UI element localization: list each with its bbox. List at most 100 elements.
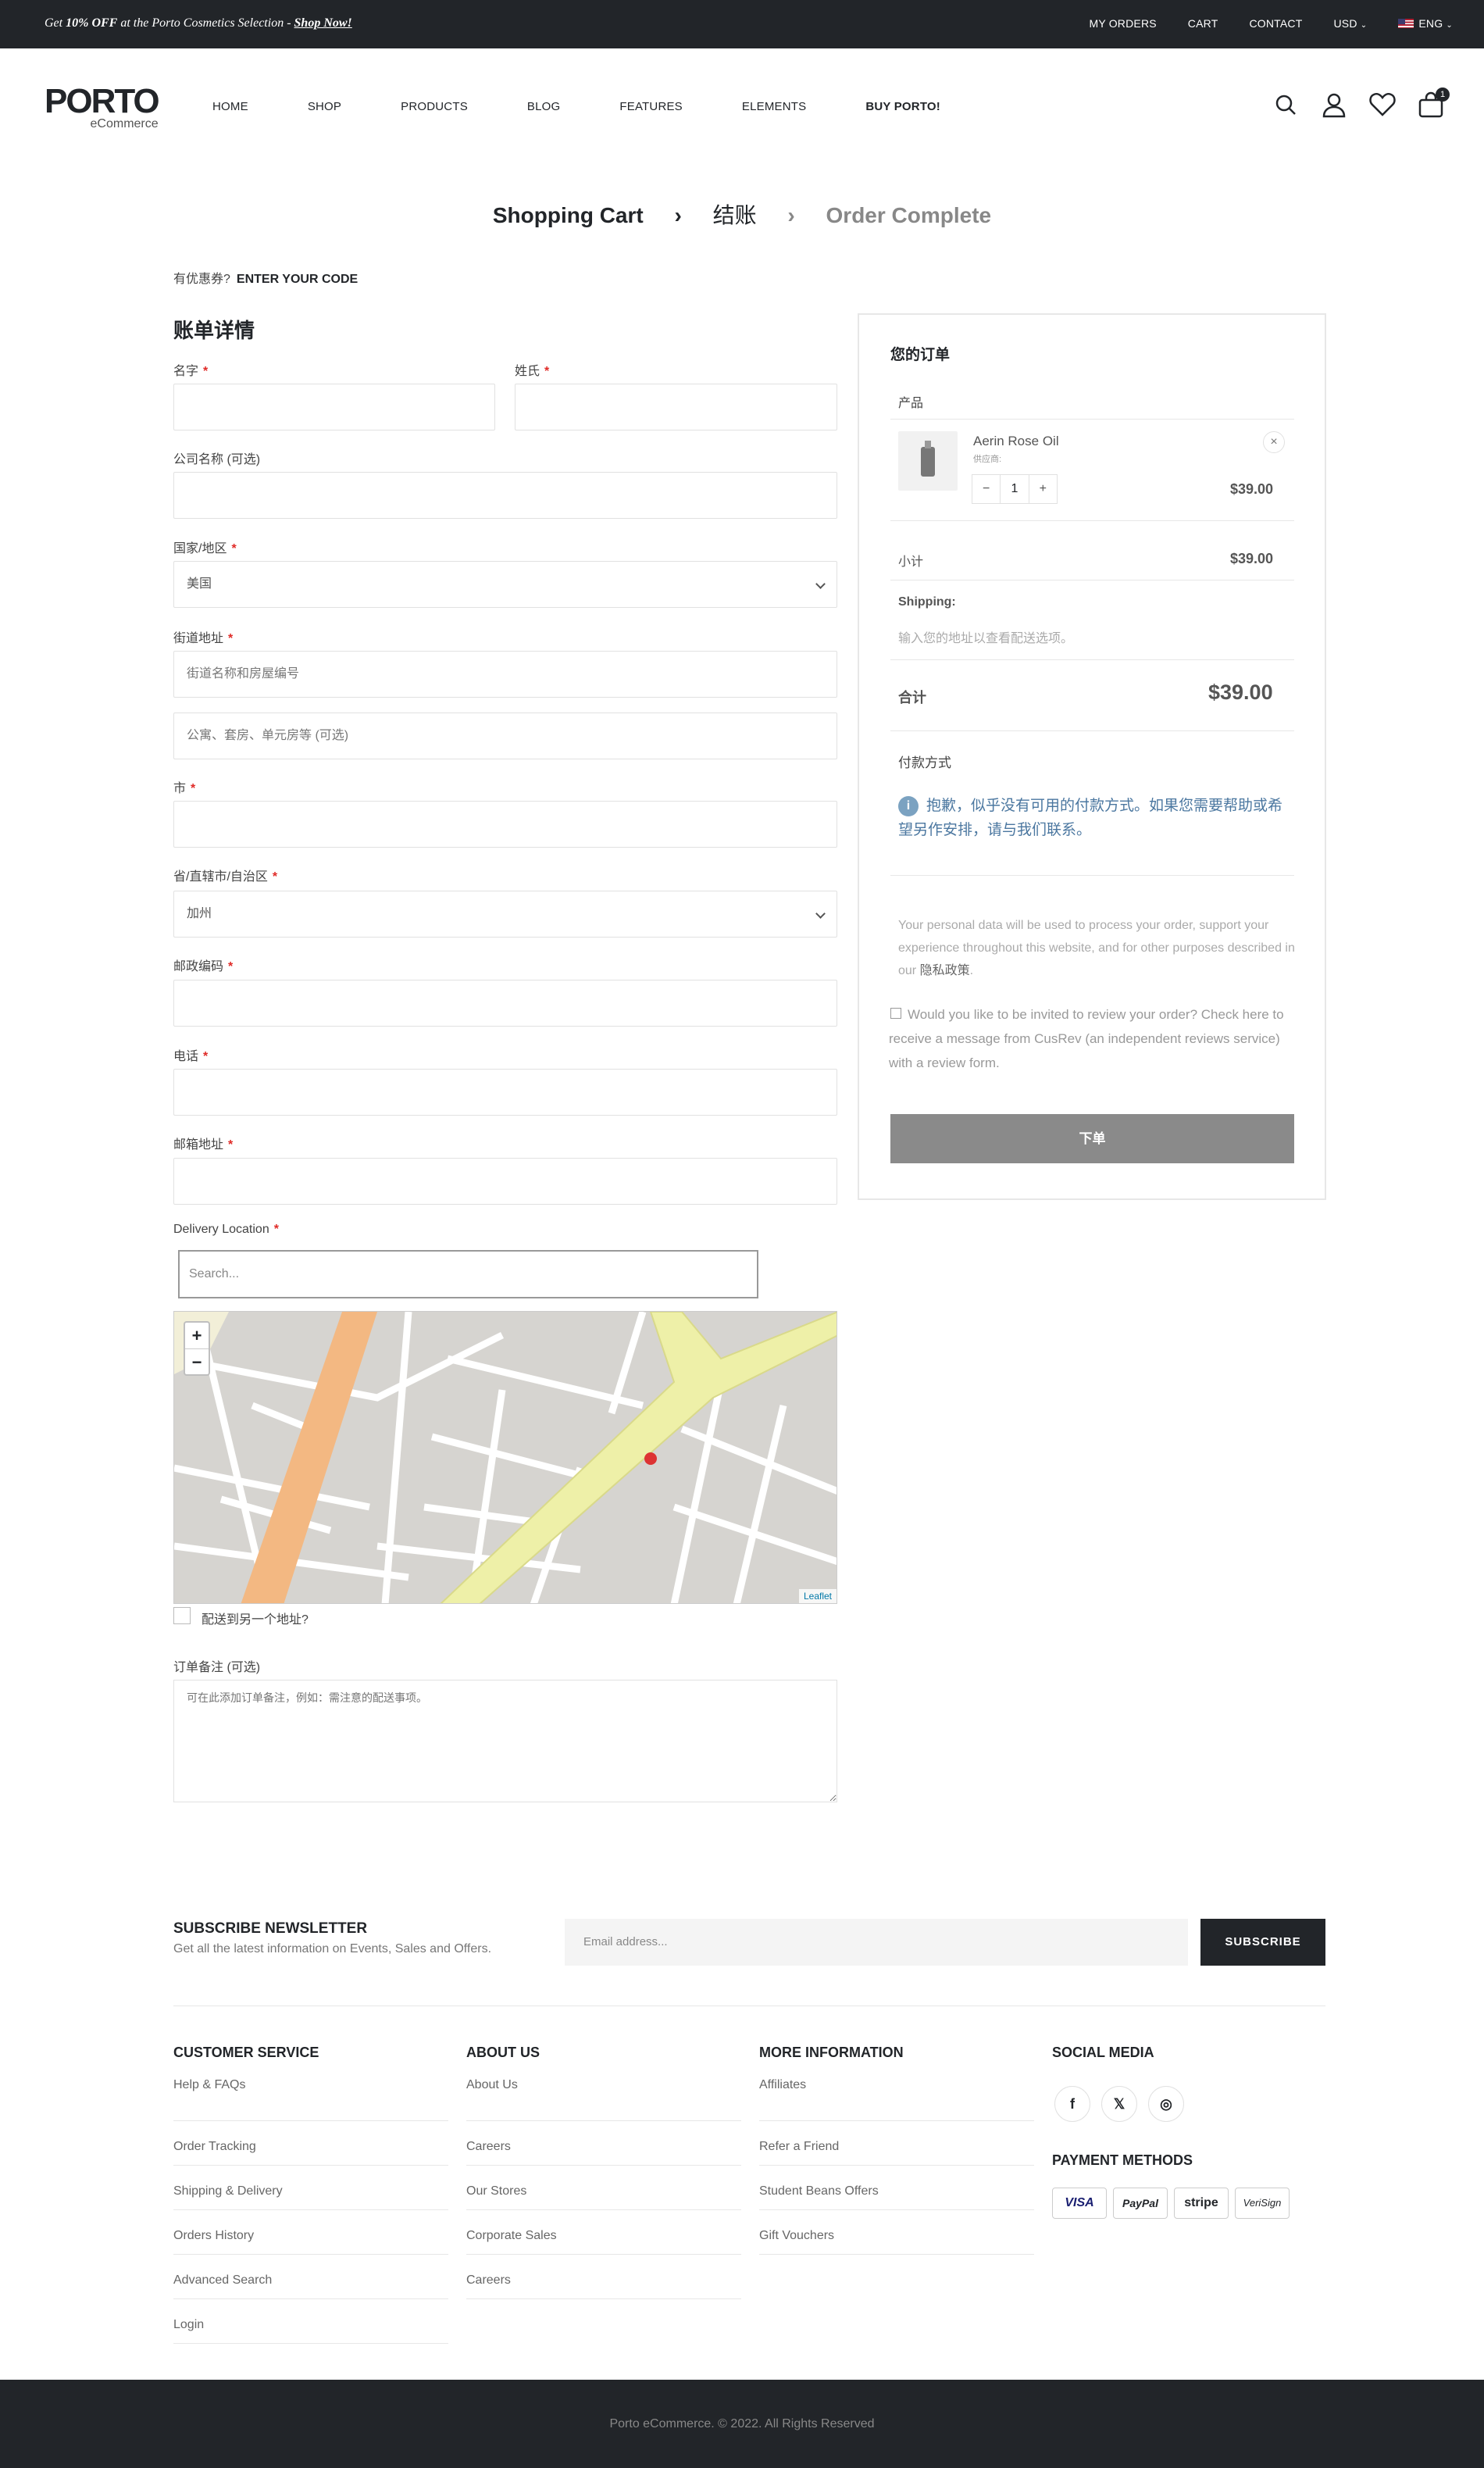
footer-link[interactable]: Advanced Search (173, 2255, 448, 2299)
delivery-label-text: Delivery Location (173, 1223, 269, 1236)
map-search-input[interactable]: Search... (178, 1250, 758, 1298)
email-field[interactable] (173, 1158, 837, 1205)
payment-methods-label: 付款方式 (898, 755, 951, 770)
nav-features[interactable]: FEATURES (619, 100, 683, 113)
state-select[interactable]: 加州 (173, 891, 837, 938)
checkout-steps: Shopping Cart › 结账 › Order Complete (0, 198, 1484, 230)
enter-coupon-link[interactable]: ENTER YOUR CODE (237, 273, 358, 286)
billing-title: 账单详情 (173, 319, 255, 342)
heart-icon[interactable] (1368, 91, 1397, 119)
footer-link[interactable]: Order Tracking (173, 2121, 448, 2166)
footer-link[interactable]: Affiliates (759, 2077, 1034, 2121)
qty-plus-button[interactable]: + (1029, 475, 1057, 503)
info-icon: i (898, 796, 919, 816)
first-name-label: 名字 * (173, 360, 208, 379)
newsletter-email-input[interactable]: Email address... (565, 1919, 1188, 1966)
nav-blog[interactable]: BLOG (527, 100, 560, 113)
promo-shop-now-link[interactable]: Shop Now! (294, 16, 352, 30)
currency-switcher[interactable]: USD ⌄ (1334, 17, 1368, 30)
quantity-stepper[interactable]: − 1 + (972, 474, 1058, 504)
nav-shop[interactable]: SHOP (308, 100, 341, 113)
zip-label-text: 邮政编码 (173, 960, 224, 973)
footer-link[interactable]: Gift Vouchers (759, 2210, 1034, 2255)
city-field[interactable] (173, 801, 837, 848)
apartment-field[interactable]: 公寓、套房、单元房等 (可选) (173, 713, 837, 759)
user-icon[interactable] (1320, 91, 1348, 119)
company-field[interactable] (173, 472, 837, 519)
product-price: $39.00 (1230, 481, 1274, 497)
shipping-note: 输入您的地址以查看配送选项。 (898, 632, 1074, 645)
language-switcher[interactable]: ENG ⌄ (1398, 17, 1453, 30)
footer-divider (173, 2005, 1325, 2006)
search-icon[interactable] (1272, 91, 1300, 119)
qty-minus-button[interactable]: − (972, 475, 1000, 503)
site-logo[interactable]: PORTO eCommerce (45, 84, 160, 131)
footer-link[interactable]: Refer a Friend (759, 2121, 1034, 2166)
required-mark: * (228, 632, 234, 645)
step-shopping-cart[interactable]: Shopping Cart (493, 203, 644, 228)
footer-link[interactable]: Our Stores (466, 2166, 741, 2210)
required-mark: * (228, 1138, 234, 1152)
payment-methods-heading: PAYMENT METHODS (1052, 2152, 1193, 2168)
phone-field[interactable] (173, 1069, 837, 1116)
ship-different-address-label[interactable]: 配送到另一个地址? (202, 1609, 309, 1627)
product-header: 产品 (898, 397, 924, 410)
zip-field[interactable] (173, 980, 837, 1027)
footer-heading: CUSTOMER SERVICE (173, 2045, 319, 2060)
review-invite-text[interactable]: Would you like to be invited to review y… (889, 1002, 1295, 1075)
product-thumbnail[interactable] (898, 431, 958, 491)
footer-link[interactable]: Help & FAQs (173, 2077, 448, 2121)
main-nav: HOME SHOP PRODUCTS BLOG FEATURES ELEMENT… (212, 100, 1000, 113)
top-links: MY ORDERS CART CONTACT USD ⌄ ENG ⌄ (1058, 17, 1453, 30)
privacy-policy-link[interactable]: 隐私政策 (920, 964, 970, 977)
footer-link[interactable]: Careers (466, 2121, 741, 2166)
nav-buy-porto[interactable]: BUY PORTO! (865, 100, 940, 113)
footer-link[interactable]: Login (173, 2299, 448, 2344)
payment-logos: VISA PayPal stripe VeriSign (1052, 2188, 1290, 2219)
required-mark: * (273, 1223, 279, 1236)
zip-label: 邮政编码 * (173, 955, 233, 974)
x-twitter-icon[interactable]: 𝕏 (1101, 2086, 1137, 2122)
chevron-down-icon (815, 579, 826, 589)
country-select[interactable]: 美国 (173, 561, 837, 608)
chevron-down-icon: ⌄ (1360, 21, 1368, 30)
nav-products[interactable]: PRODUCTS (401, 100, 468, 113)
product-name[interactable]: Aerin Rose Oil (973, 434, 1059, 449)
qty-value[interactable]: 1 (1000, 475, 1029, 503)
footer-link[interactable]: Student Beans Offers (759, 2166, 1034, 2210)
footer-link[interactable]: Orders History (173, 2210, 448, 2255)
verisign-icon: VeriSign (1235, 2188, 1290, 2219)
zoom-out-button[interactable]: − (185, 1348, 209, 1374)
country-label-text: 国家/地区 (173, 542, 227, 555)
zoom-in-button[interactable]: + (185, 1323, 209, 1348)
first-name-field[interactable] (173, 384, 495, 430)
nav-home[interactable]: HOME (212, 100, 248, 113)
nav-elements[interactable]: ELEMENTS (742, 100, 806, 113)
footer-link[interactable]: Careers (466, 2255, 741, 2299)
newsletter-title: SUBSCRIBE NEWSLETTER (173, 1920, 368, 1937)
instagram-icon[interactable]: ◎ (1148, 2086, 1184, 2122)
divider (890, 730, 1294, 731)
place-order-button[interactable]: 下单 (890, 1114, 1294, 1163)
footer-link[interactable]: Shipping & Delivery (173, 2166, 448, 2210)
footer-link[interactable]: About Us (466, 2077, 741, 2121)
no-payment-notice: i 抱歉，似乎没有可用的付款方式。如果您需要帮助或希望另作安排，请与我们联系。 (898, 794, 1289, 842)
social-links: f 𝕏 ◎ (1054, 2086, 1184, 2122)
last-name-label: 姓氏 * (515, 360, 549, 379)
top-link-cart[interactable]: CART (1188, 17, 1218, 30)
subscribe-button[interactable]: SUBSCRIBE (1200, 1919, 1325, 1966)
street-address-field[interactable]: 街道名称和房屋编号 (173, 651, 837, 698)
top-link-contact[interactable]: CONTACT (1249, 17, 1302, 30)
remove-item-button[interactable]: × (1263, 431, 1285, 453)
total-label: 合计 (898, 690, 926, 705)
top-link-my-orders[interactable]: MY ORDERS (1089, 17, 1156, 30)
last-name-field[interactable] (515, 384, 837, 430)
cart-icon[interactable]: 1 (1417, 88, 1450, 119)
delivery-map[interactable]: + − Leaflet (173, 1311, 837, 1604)
facebook-icon[interactable]: f (1054, 2086, 1090, 2122)
order-notes-textarea[interactable] (173, 1680, 837, 1802)
map-attribution[interactable]: Leaflet (798, 1589, 837, 1603)
footer-link[interactable]: Corporate Sales (466, 2210, 741, 2255)
divider (890, 875, 1294, 876)
ship-different-address-checkbox[interactable] (173, 1607, 191, 1624)
